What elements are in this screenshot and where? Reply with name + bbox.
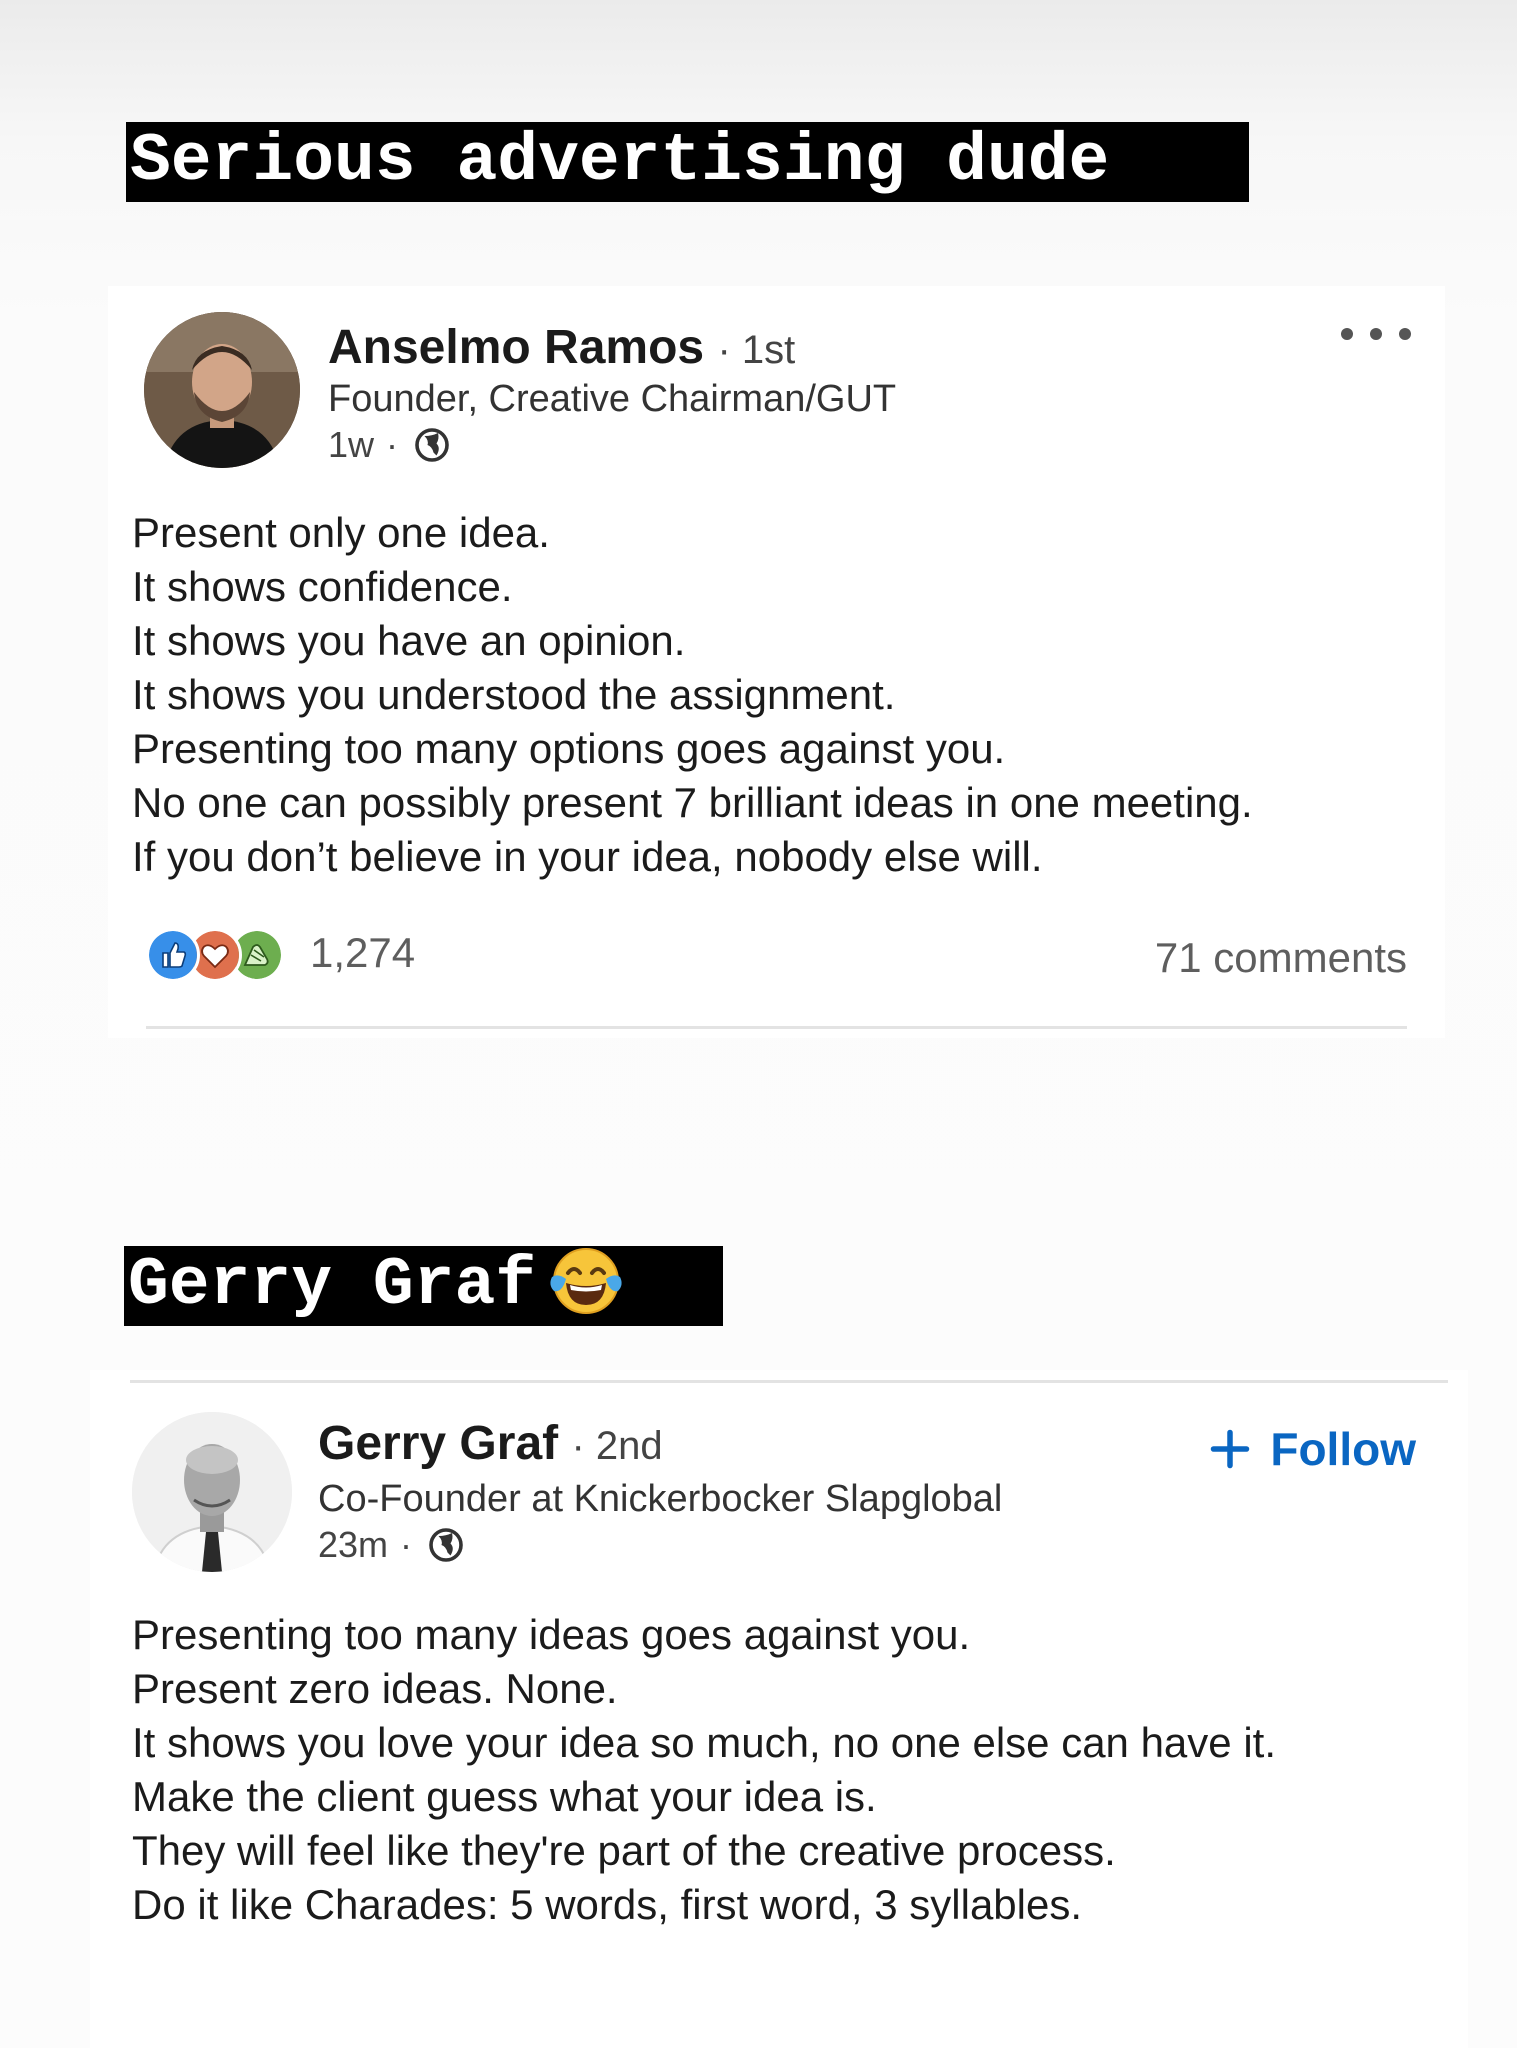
post-line: Present only one idea. xyxy=(132,509,550,556)
post-line: It shows you have an opinion. xyxy=(132,617,686,664)
author-line: Gerry Graf · 2nd xyxy=(318,1416,663,1471)
avatar[interactable] xyxy=(144,312,300,468)
avatar[interactable] xyxy=(132,1412,292,1572)
post-body: Presenting too many ideas goes against y… xyxy=(132,1608,1442,1932)
post-card-gerry-graf: Gerry Graf · 2nd Co-Founder at Knickerbo… xyxy=(90,1370,1468,2048)
post-line: It shows you love your idea so much, no … xyxy=(132,1719,1276,1766)
post-line: It shows confidence. xyxy=(132,563,513,610)
divider xyxy=(146,1026,1407,1029)
post-line: Presenting too many options goes against… xyxy=(132,725,1006,772)
comments-count-link[interactable]: 71 comments xyxy=(1155,934,1407,982)
post-body: Present only one idea. It shows confiden… xyxy=(132,506,1432,884)
post-line: They will feel like they're part of the … xyxy=(132,1827,1116,1874)
post-line: Presenting too many ideas goes against y… xyxy=(132,1611,971,1658)
post-time: 23m xyxy=(318,1524,389,1565)
avatar-image xyxy=(144,312,300,468)
follow-button[interactable]: Follow xyxy=(1208,1422,1416,1476)
post-line: Make the client guess what your idea is. xyxy=(132,1773,877,1820)
plus-icon xyxy=(1211,1429,1250,1469)
post-card-anselmo-ramos: Anselmo Ramos · 1st Founder, Creative Ch… xyxy=(108,286,1445,1038)
post-meta: 23m · xyxy=(318,1524,464,1566)
author-headline: Co-Founder at Knickerbocker Slapglobal xyxy=(318,1478,1003,1520)
author-headline: Founder, Creative Chairman/GUT xyxy=(328,378,897,420)
follow-label: Follow xyxy=(1270,1423,1416,1475)
post-meta: 1w · xyxy=(328,424,450,466)
caption-text: Serious advertising dude xyxy=(130,123,1110,200)
post-line: Do it like Charades: 5 words, first word… xyxy=(132,1881,1083,1928)
post-line: No one can possibly present 7 brilliant … xyxy=(132,779,1253,826)
meta-separator: · xyxy=(386,424,399,465)
avatar-image xyxy=(132,1412,292,1572)
post-line: It shows you understood the assignment. xyxy=(132,671,896,718)
caption-text: Gerry Graf xyxy=(128,1247,537,1324)
reactions-summary[interactable]: 1,274 xyxy=(146,928,416,982)
reaction-count: 1,274 xyxy=(310,929,416,976)
globe-icon xyxy=(415,428,449,462)
face-with-tears-of-joy-icon xyxy=(550,1248,622,1315)
more-options-icon[interactable] xyxy=(1341,326,1411,342)
post-line: If you don’t believe in your idea, nobod… xyxy=(132,833,1043,880)
divider xyxy=(130,1380,1448,1383)
connection-degree: · 2nd xyxy=(571,1424,663,1468)
meta-separator: · xyxy=(400,1524,413,1565)
caption-gerry-graf: Gerry Graf xyxy=(124,1246,723,1326)
globe-icon xyxy=(429,1528,463,1562)
like-icon xyxy=(146,928,200,982)
author-line: Anselmo Ramos · 1st xyxy=(328,320,795,375)
author-name[interactable]: Anselmo Ramos xyxy=(328,321,704,374)
post-line: Present zero ideas. None. xyxy=(132,1665,618,1712)
author-name[interactable]: Gerry Graf xyxy=(318,1417,558,1470)
caption-serious-advertising-dude: Serious advertising dude xyxy=(126,122,1249,202)
post-time: 1w xyxy=(328,424,375,465)
connection-degree: · 1st xyxy=(717,328,796,372)
